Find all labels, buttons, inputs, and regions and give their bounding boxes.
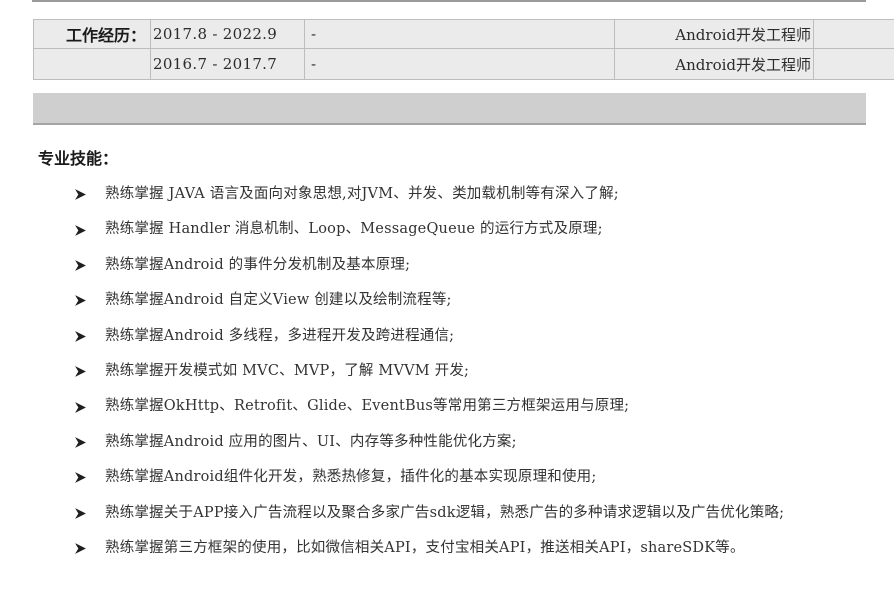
skill-text: 熟练掌握Android 应用的图片、UI、内存等多种性能优化方案; [105,433,517,450]
work-experience-row: 2016.7 - 2017.7 - Android开发工程师 [33,48,894,80]
work-role: Android开发工程师 [614,19,814,49]
arrow-bullet-icon [75,295,86,307]
work-extra-cell [813,19,894,49]
skill-text: 熟练掌握第三方框架的使用，比如微信相关API，支付宝相关API，推送相关API，… [105,539,745,556]
work-period: 2016.7 - 2017.7 [150,48,305,80]
arrow-bullet-icon [75,543,86,555]
work-company: - [304,48,615,80]
skill-item: 熟练掌握开发模式如 MVC、MVP，了解 MVVM 开发; [74,354,884,389]
section-header-band [33,93,866,125]
work-role: Android开发工程师 [614,48,814,80]
skill-item: 熟练掌握 Handler 消息机制、Loop、MessageQueue 的运行方… [74,212,884,247]
arrow-bullet-icon [75,366,86,378]
skill-item: 熟练掌握关于APP接入广告流程以及聚合多家广告sdk逻辑，熟悉广告的多种请求逻辑… [74,496,884,531]
skill-item: 熟练掌握Android组件化开发，熟悉热修复，插件化的基本实现原理和使用; [74,460,884,495]
skill-item: 熟练掌握Android 的事件分发机制及基本原理; [74,248,884,283]
arrow-bullet-icon [75,437,86,448]
skill-text: 熟练掌握开发模式如 MVC、MVP，了解 MVVM 开发; [105,362,470,379]
skill-item: 熟练掌握OkHttp、Retrofit、Glide、EventBus等常用第三方… [74,389,884,424]
arrow-bullet-icon [75,401,86,413]
skill-item: 熟练掌握Android 自定义View 创建以及绘制流程等; [74,283,884,318]
skills-list: 熟练掌握 JAVA 语言及面向对象思想,对JVM、并发、类加载机制等有深入了解;… [74,177,884,566]
arrow-bullet-icon [75,224,86,236]
arrow-bullet-icon [75,189,86,201]
skills-title: 专业技能： [38,149,119,168]
work-company: - [304,19,615,49]
skill-text: 熟练掌握Android 多线程，多进程开发及跨进程通信; [105,327,455,344]
arrow-bullet-icon [75,330,86,342]
skill-text: 熟练掌握OkHttp、Retrofit、Glide、EventBus等常用第三方… [105,398,630,415]
top-divider [32,0,866,2]
work-experience-label: 工作经历： [33,19,151,49]
skill-text: 熟练掌握Android 的事件分发机制及基本原理; [105,256,411,273]
work-experience-label-empty [33,48,151,80]
skill-item: 熟练掌握Android 多线程，多进程开发及跨进程通信; [74,319,884,354]
arrow-bullet-icon [75,472,86,484]
skill-text: 熟练掌握 JAVA 语言及面向对象思想,对JVM、并发、类加载机制等有深入了解; [105,186,619,202]
skill-text: 熟练掌握 Handler 消息机制、Loop、MessageQueue 的运行方… [105,221,603,238]
skill-item: 熟练掌握 JAVA 语言及面向对象思想,对JVM、并发、类加载机制等有深入了解; [74,177,884,212]
skill-item: 熟练掌握Android 应用的图片、UI、内存等多种性能优化方案; [74,425,884,460]
skill-text: 熟练掌握关于APP接入广告流程以及聚合多家广告sdk逻辑，熟悉广告的多种请求逻辑… [105,504,785,521]
skill-item: 熟练掌握第三方框架的使用，比如微信相关API，支付宝相关API，推送相关API，… [74,531,884,566]
arrow-bullet-icon [75,260,86,271]
work-experience-row: 工作经历： 2017.8 - 2022.9 - Android开发工程师 [33,19,894,49]
skill-text: 熟练掌握Android 自定义View 创建以及绘制流程等; [105,292,452,309]
arrow-bullet-icon [75,507,86,519]
work-extra-cell [813,48,894,80]
work-experience-table: 工作经历： 2017.8 - 2022.9 - Android开发工程师 201… [33,19,894,80]
skill-text: 熟练掌握Android组件化开发，熟悉热修复，插件化的基本实现原理和使用; [105,469,597,486]
work-period: 2017.8 - 2022.9 [150,19,305,49]
